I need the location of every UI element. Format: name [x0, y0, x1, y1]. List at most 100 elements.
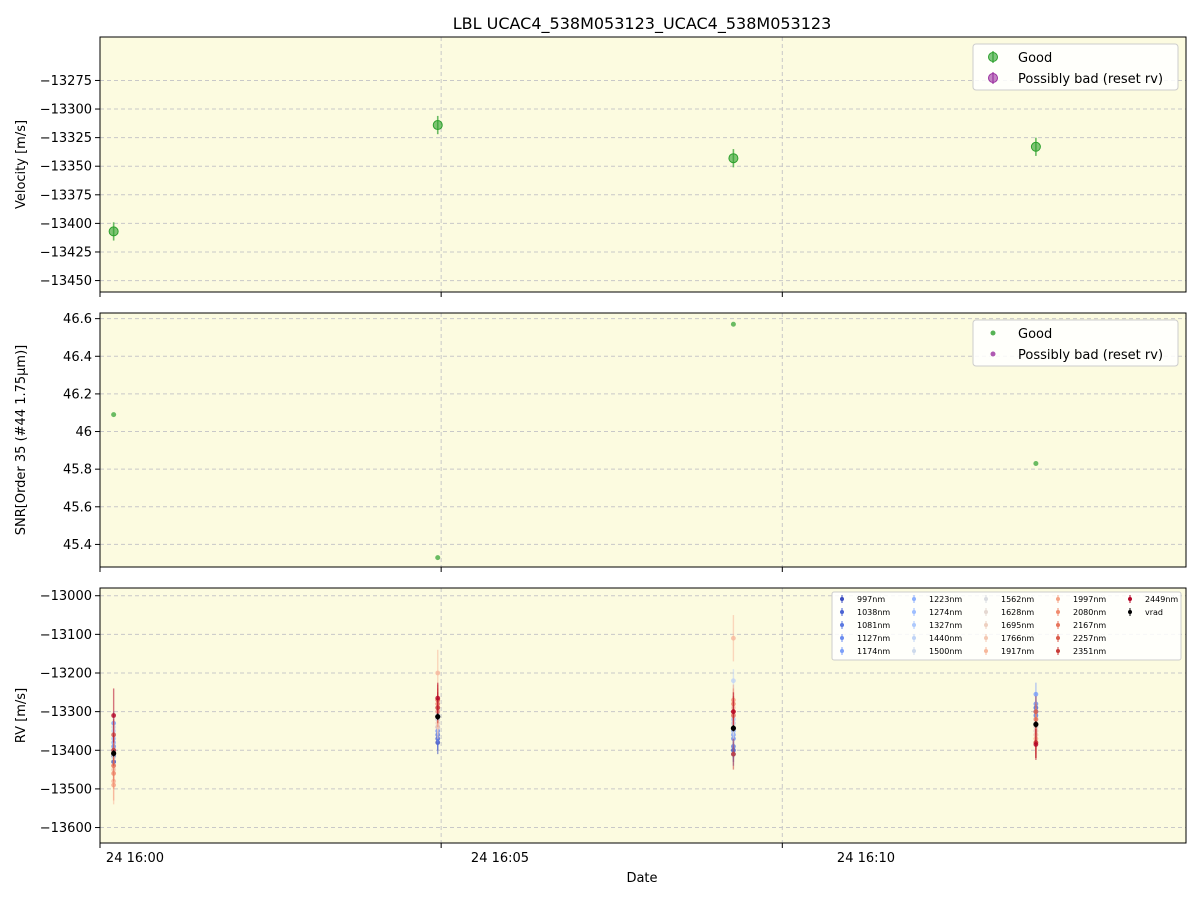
data-point-good — [728, 153, 739, 164]
legend-label: 1274nm — [929, 608, 962, 617]
legend-label: 997nm — [857, 595, 885, 604]
data-point-good — [111, 412, 117, 418]
legend-label: Possibly bad (reset rv) — [1018, 72, 1163, 87]
legend-marker — [840, 649, 844, 653]
legend-marker — [984, 623, 988, 627]
legend-marker — [912, 623, 916, 627]
legend-marker — [990, 351, 996, 357]
y-tick-label: 45.8 — [63, 463, 92, 478]
legend-label: Possibly bad (reset rv) — [1018, 348, 1163, 363]
legend-marker — [912, 597, 916, 601]
legend-marker — [984, 597, 988, 601]
data-point-wavelength — [731, 678, 736, 684]
legend-marker — [1128, 597, 1132, 601]
legend-label: 2080nm — [1073, 608, 1106, 617]
data-point-wavelength — [435, 695, 441, 701]
data-point-wavelength — [1033, 691, 1039, 697]
y-tick-label: −13300 — [40, 705, 92, 720]
legend-label: 1500nm — [929, 647, 962, 656]
y-tick-label: −13425 — [40, 245, 92, 260]
legend-marker — [1056, 610, 1060, 614]
y-axis-label: SNR[Order 35 (#44 1.75μm)] — [14, 345, 29, 536]
velocity-panel: −13450 −13425 −13400 −13375 −13350 −13325 −133… — [14, 36, 1187, 297]
y-tick-label: −13600 — [40, 821, 92, 836]
data-point-wavelength — [111, 713, 117, 718]
data-point-wavelength — [731, 751, 736, 757]
legend-label: 2351nm — [1073, 647, 1106, 656]
legend-label: 1766nm — [1001, 634, 1034, 643]
x-tick-label-2: 24 16:05 — [471, 851, 529, 866]
data-point-good — [1030, 141, 1041, 152]
data-point-vrad — [435, 714, 441, 720]
legend-label: 1997nm — [1073, 595, 1106, 604]
legend-label: 1081nm — [857, 621, 890, 630]
y-tick-label: 46.4 — [63, 350, 92, 365]
data-point-good — [435, 555, 441, 561]
x-tick-label-3: 24 16:10 — [837, 851, 895, 866]
y-tick-label: −13375 — [40, 188, 92, 203]
y-tick-label: −13350 — [40, 160, 92, 175]
figure: LBL UCAC4_538M053123_UCAC4_538M053123 −1… — [14, 14, 1187, 886]
legend-label: 1440nm — [929, 634, 962, 643]
data-point-wavelength — [1033, 709, 1039, 715]
legend-marker — [1056, 636, 1060, 640]
y-axis-label: Velocity [m/s] — [14, 120, 29, 209]
legend-marker — [840, 597, 844, 601]
figure-title: LBL UCAC4_538M053123_UCAC4_538M053123 — [453, 14, 832, 34]
legend-marker — [912, 610, 916, 614]
legend-marker — [840, 610, 844, 614]
legend-marker — [1056, 623, 1060, 627]
legend-marker — [1056, 597, 1060, 601]
y-tick-label: −13200 — [40, 667, 92, 682]
legend-label: 1628nm — [1001, 608, 1034, 617]
legend-label: 1562nm — [1001, 595, 1034, 604]
data-point-vrad — [1033, 721, 1039, 727]
y-tick-label: 46.6 — [63, 312, 92, 327]
data-point-vrad — [111, 750, 117, 756]
y-tick-label: −13100 — [40, 628, 92, 643]
legend-marker — [912, 649, 916, 653]
data-point-wavelength — [731, 635, 736, 641]
legend-label: 1917nm — [1001, 647, 1034, 656]
y-tick-label: −13325 — [40, 131, 92, 146]
legend-label: 2167nm — [1073, 621, 1106, 630]
data-point-good — [108, 226, 119, 237]
x-axis-label: Date — [626, 871, 657, 886]
snr-panel: 45.4 45.6 45.8 46 46.2 46.4 46.6 SNR[Order 35 (… — [14, 312, 1187, 572]
legend-marker — [840, 636, 844, 640]
legend-label: Good — [1018, 51, 1052, 66]
y-tick-label: 46.2 — [63, 387, 92, 402]
y-tick-label: −13400 — [40, 744, 92, 759]
x-tick-label-1: 24 16:00 — [106, 851, 164, 866]
y-tick-label: −13275 — [40, 74, 92, 89]
data-point-wavelength — [435, 670, 441, 676]
y-tick-label: −13450 — [40, 274, 92, 289]
legend-marker — [912, 636, 916, 640]
data-point-good — [432, 120, 443, 131]
y-tick-label: −13400 — [40, 217, 92, 232]
y-tick-label: 45.6 — [63, 500, 92, 515]
legend-label: 1038nm — [857, 608, 890, 617]
legend-marker — [988, 52, 998, 62]
legend-label: Good — [1018, 327, 1052, 342]
data-point-good — [1033, 461, 1039, 467]
legend-label: 2449nm — [1145, 595, 1178, 604]
legend-marker — [984, 610, 988, 614]
legend-label: 2257nm — [1073, 634, 1106, 643]
legend-marker — [1056, 649, 1060, 653]
legend-label: 1223nm — [929, 595, 962, 604]
legend-marker — [840, 623, 844, 627]
y-tick-label: 46 — [75, 425, 92, 440]
legend-marker — [984, 649, 988, 653]
y-tick-label: −13000 — [40, 589, 92, 604]
legend-marker — [1128, 610, 1132, 614]
legend-marker — [990, 330, 996, 336]
y-axis-label: RV [m/s] — [14, 688, 29, 743]
legend-label: 1174nm — [857, 647, 890, 656]
data-point-wavelength — [731, 709, 736, 715]
y-tick-label: 45.4 — [63, 538, 92, 553]
data-point-vrad — [730, 725, 737, 731]
legend-label: 1127nm — [857, 634, 890, 643]
legend-marker — [988, 73, 998, 83]
legend-label: 1695nm — [1001, 621, 1034, 630]
